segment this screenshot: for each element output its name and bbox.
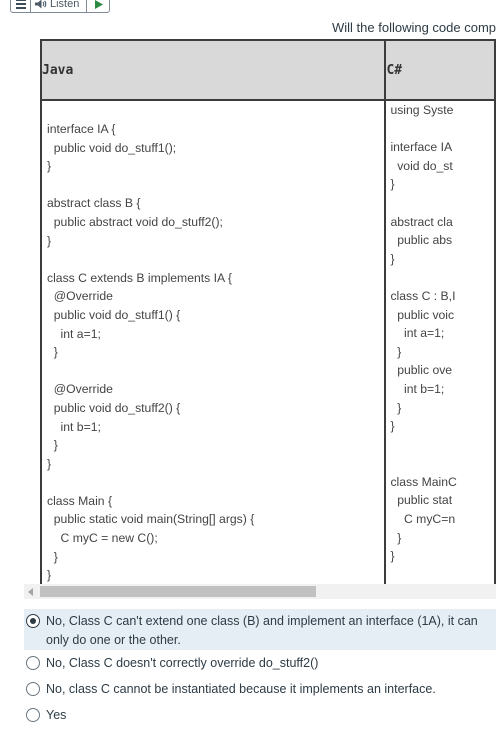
radio-button[interactable] <box>26 656 40 670</box>
java-column-header: Java <box>39 39 387 101</box>
code-table-scroll-area[interactable]: Java C# interface IA { public void do_st… <box>24 39 496 584</box>
radio-button[interactable] <box>26 682 40 696</box>
csharp-code-cell: using Syste interface IA void do_st } ab… <box>384 99 496 584</box>
java-code: interface IA { public void do_stuff1(); … <box>47 122 255 583</box>
menu-icon[interactable] <box>11 0 31 12</box>
answer-option-4[interactable]: Yes <box>24 702 496 728</box>
answer-text: No, class C cannot be instantiated becau… <box>46 682 436 696</box>
answer-text: No, Class C can't extend one class (B) a… <box>46 614 478 647</box>
play-icon <box>94 0 103 9</box>
listen-toolbar: Listen <box>10 0 111 13</box>
answer-option-3[interactable]: No, class C cannot be instantiated becau… <box>24 676 496 702</box>
csharp-column-header: C# <box>384 39 496 101</box>
scroll-left-arrow-icon[interactable] <box>28 588 33 596</box>
horizontal-scrollbar[interactable] <box>24 584 496 599</box>
answer-text: No, Class C doesn't correctly override d… <box>46 656 319 670</box>
csharp-code: using Syste interface IA void do_st } ab… <box>390 103 457 564</box>
code-comparison-table: Java C# interface IA { public void do_st… <box>39 39 496 584</box>
question-text: Will the following code comp <box>332 20 496 35</box>
radio-button[interactable] <box>26 708 40 722</box>
java-code-cell: interface IA { public void do_stuff1(); … <box>39 99 387 584</box>
scrollbar-thumb[interactable] <box>40 586 316 597</box>
radio-button[interactable] <box>26 614 40 628</box>
play-button[interactable] <box>87 0 109 12</box>
listen-label: Listen <box>50 0 80 10</box>
listen-button[interactable]: Listen <box>31 0 88 12</box>
answer-text: Yes <box>46 708 67 722</box>
speaker-icon <box>35 0 47 9</box>
answer-option-2[interactable]: No, Class C doesn't correctly override d… <box>24 650 496 676</box>
answer-options: No, Class C can't extend one class (B) a… <box>24 609 496 728</box>
answer-option-1[interactable]: No, Class C can't extend one class (B) a… <box>24 609 496 650</box>
